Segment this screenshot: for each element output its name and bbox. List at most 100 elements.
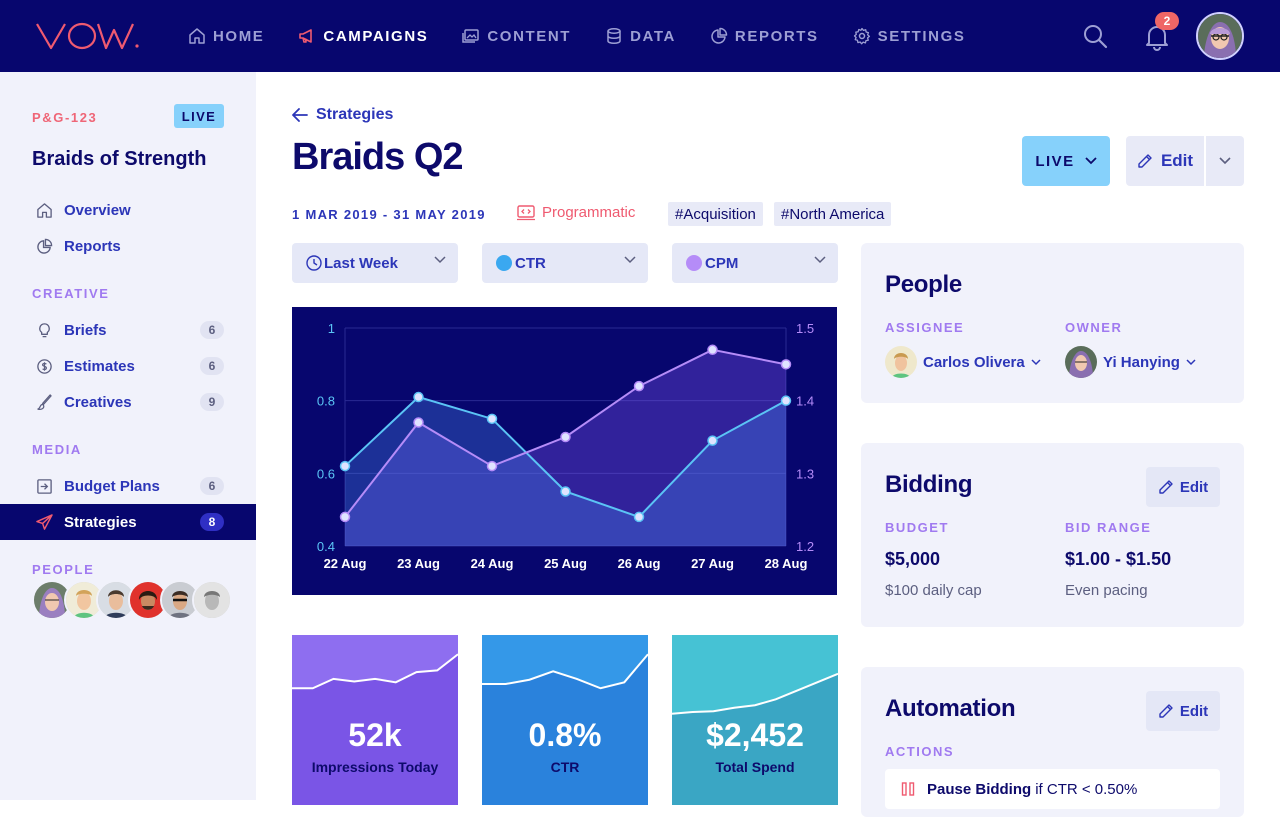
nav-data-label: DATA bbox=[630, 27, 676, 45]
sidebar-item-label: Overview bbox=[64, 201, 131, 219]
data-point-cpm bbox=[339, 511, 351, 523]
automation-action-row[interactable]: Pause Bidding if CTR < 0.50% bbox=[885, 769, 1220, 809]
owner-name: Yi Hanying bbox=[1103, 353, 1180, 371]
nav-settings-label: SETTINGS bbox=[877, 27, 966, 45]
tag-acquisition[interactable]: #Acquisition bbox=[668, 202, 763, 226]
bidding-card: Bidding Edit BUDGET BID RANGE $5,000 $1.… bbox=[861, 443, 1244, 627]
nav-data[interactable]: DATA bbox=[605, 27, 676, 45]
sidebar-item-label: Creatives bbox=[64, 393, 132, 411]
avatar[interactable] bbox=[192, 580, 232, 620]
data-point-ctr bbox=[780, 395, 792, 406]
avatar bbox=[885, 346, 917, 378]
section-heading-media: MEDIA bbox=[32, 442, 82, 457]
pie-chart-icon bbox=[37, 238, 53, 254]
action-condition: if CTR < 0.50% bbox=[1035, 780, 1138, 798]
chevron-down-icon bbox=[1186, 358, 1196, 365]
sidebar-item-reports[interactable]: Reports bbox=[0, 228, 256, 264]
kpi-label: Impressions Today bbox=[311, 759, 439, 775]
section-heading-creative: CREATIVE bbox=[32, 286, 110, 301]
data-point-ctr bbox=[560, 486, 571, 497]
item-count-badge: 6 bbox=[200, 477, 224, 495]
nav-reports[interactable]: REPORTS bbox=[710, 27, 819, 45]
kpi-label: CTR bbox=[550, 759, 580, 775]
assignee-select[interactable]: Carlos Olivera bbox=[885, 346, 1041, 378]
budget-value: $5,000 bbox=[885, 549, 941, 569]
x-tick-label: 23 Aug bbox=[397, 556, 440, 571]
date-range: 1 MAR 2019 - 31 MAY 2019 bbox=[292, 207, 486, 222]
kpi-card-ctr[interactable]: 0.8% CTR bbox=[482, 635, 648, 805]
dollar-icon bbox=[37, 358, 52, 374]
action-name: Pause Bidding bbox=[927, 780, 1032, 798]
kpi-value: 0.8% bbox=[528, 717, 602, 753]
nav-campaigns[interactable]: CAMPAIGNS bbox=[298, 27, 428, 45]
nav-content[interactable]: CONTENT bbox=[462, 27, 571, 45]
x-tick-label: 28 Aug bbox=[765, 556, 808, 571]
owner-label: OWNER bbox=[1065, 320, 1123, 335]
edit-button-label: Edit bbox=[1179, 702, 1209, 720]
y-tick-left: 0.8 bbox=[317, 394, 335, 409]
metric-left-select[interactable]: CTR bbox=[482, 243, 648, 283]
kpi-card-spend[interactable]: $2,452 Total Spend bbox=[672, 635, 838, 805]
brush-icon bbox=[37, 393, 52, 410]
back-link[interactable]: Strategies bbox=[292, 106, 393, 124]
x-tick-label: 22 Aug bbox=[324, 556, 367, 571]
tag-north-america[interactable]: #North America bbox=[774, 202, 892, 226]
x-tick-label: 24 Aug bbox=[471, 556, 514, 571]
period-select[interactable]: Last Week bbox=[292, 243, 458, 283]
page-title: Braids Q2 bbox=[292, 136, 464, 178]
line-chart: 1 0.8 0.6 0.4 1.5 1.4 1.3 1.2 22 Aug 23 Aug 24 Aug… bbox=[317, 321, 814, 571]
nav-home[interactable]: HOME bbox=[188, 27, 264, 45]
data-point-cpm bbox=[560, 431, 571, 443]
user-avatar[interactable] bbox=[1196, 12, 1244, 60]
item-count-badge: 6 bbox=[200, 321, 224, 339]
bid-range-label: BID RANGE bbox=[1065, 520, 1152, 535]
y-tick-right: 1.2 bbox=[796, 539, 814, 554]
pie-chart-icon bbox=[711, 27, 728, 44]
item-count-badge: 6 bbox=[200, 357, 224, 375]
data-point-cpm bbox=[780, 359, 792, 370]
x-tick-label: 27 Aug bbox=[691, 556, 734, 571]
data-point-cpm bbox=[707, 344, 718, 356]
sidebar-item-strategies[interactable]: Strategies 8 bbox=[0, 504, 256, 540]
owner-select[interactable]: Yi Hanying bbox=[1065, 346, 1196, 378]
chevron-down-icon bbox=[1219, 157, 1231, 165]
sidebar-item-label: Briefs bbox=[64, 321, 107, 339]
data-point-ctr bbox=[633, 511, 645, 523]
automation-edit-button[interactable]: Edit bbox=[1146, 691, 1220, 731]
nav-settings[interactable]: SETTINGS bbox=[853, 27, 966, 45]
nav-reports-label: REPORTS bbox=[734, 27, 819, 45]
status-dropdown-button[interactable]: LIVE bbox=[1022, 136, 1110, 186]
edit-button[interactable]: Edit bbox=[1126, 136, 1204, 186]
pencil-icon bbox=[1138, 154, 1152, 168]
sidebar-item-overview[interactable]: Overview bbox=[0, 192, 256, 228]
home-icon bbox=[37, 202, 52, 218]
y-tick-left: 0.6 bbox=[317, 466, 335, 481]
search-icon[interactable] bbox=[1082, 23, 1108, 49]
notification-count-badge: 2 bbox=[1155, 12, 1179, 30]
y-tick-right: 1.5 bbox=[796, 321, 814, 336]
more-options-button[interactable] bbox=[1206, 136, 1244, 186]
vow-logo[interactable] bbox=[36, 22, 140, 50]
data-point-cpm bbox=[486, 460, 498, 472]
kpi-label: Total Spend bbox=[715, 759, 795, 775]
paper-plane-icon bbox=[36, 513, 53, 530]
avatar bbox=[1065, 346, 1097, 378]
budget-note: $100 daily cap bbox=[885, 582, 982, 599]
kpi-card-impressions[interactable]: 52k Impressions Today bbox=[292, 635, 458, 805]
bidding-edit-button[interactable]: Edit bbox=[1146, 467, 1220, 507]
strategy-detail: Strategies Braids Q2 LIVE Edit 1 MAR 201… bbox=[256, 72, 1280, 817]
performance-chart: 1 0.8 0.6 0.4 1.5 1.4 1.3 1.2 22 Aug 23 Aug 24 Aug… bbox=[292, 307, 837, 595]
campaign-name: Braids of Strength bbox=[32, 148, 207, 170]
metric-right-select[interactable]: CPM bbox=[672, 243, 838, 283]
ctr-series-dot bbox=[496, 255, 512, 271]
sidebar-item-briefs[interactable]: Briefs 6 bbox=[0, 312, 256, 348]
sidebar-item-estimates[interactable]: Estimates 6 bbox=[0, 348, 256, 384]
sidebar-item-budget-plans[interactable]: Budget Plans 6 bbox=[0, 468, 256, 504]
data-point-ctr bbox=[413, 391, 424, 403]
top-navigation-bar: HOME CAMPAIGNS CONTENT DATA REPORTS SETT… bbox=[0, 0, 1280, 72]
sidebar-item-creatives[interactable]: Creatives 9 bbox=[0, 384, 256, 420]
metric-right-value: CPM bbox=[705, 254, 739, 272]
y-tick-left: 0.4 bbox=[317, 539, 335, 554]
kpi-value: 52k bbox=[348, 717, 402, 753]
bid-range-value: $1.00 - $1.50 bbox=[1065, 549, 1172, 569]
